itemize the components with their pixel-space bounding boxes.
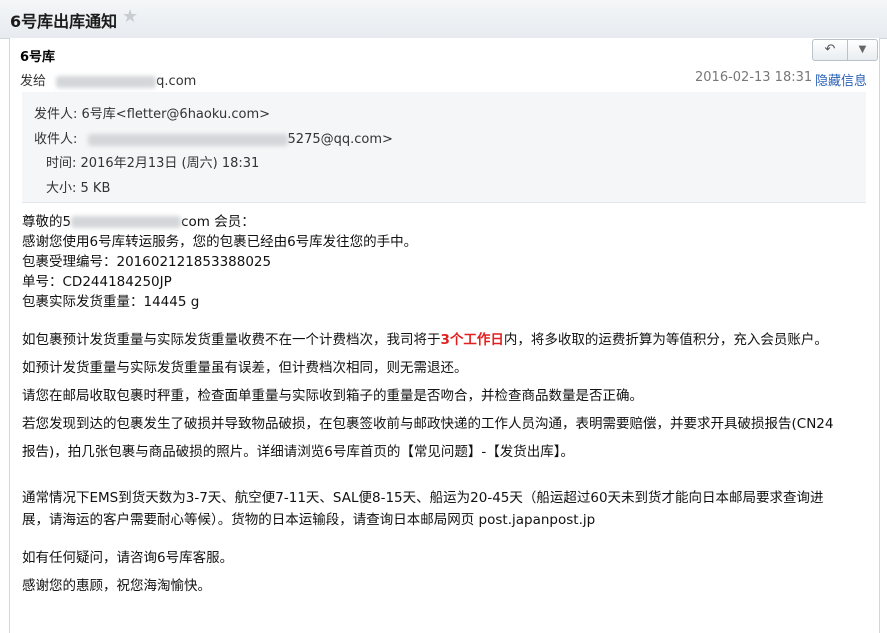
- from-value[interactable]: 6号库<fletter@6haoku.com>: [82, 107, 270, 122]
- chevron-down-icon[interactable]: ▼: [848, 40, 877, 60]
- to-row: 收件人: 5275@qq.com>: [34, 128, 393, 147]
- body-line: 报告)，拍几张包裹与商品破损的照片。详细请浏览6号库首页的【常见问题】-【发货出…: [22, 444, 574, 460]
- highlight-text: 3个工作日: [440, 332, 504, 348]
- greeting: 尊敬的5 com 会员：: [22, 210, 255, 230]
- body-line: 如包裹预计发货重量与实际发货重量收费不在一个计费档次，我司将于3个工作日内，将多…: [22, 328, 828, 348]
- hide-info-link[interactable]: 隐藏信息: [815, 70, 867, 89]
- greeting-suffix: com 会员：: [181, 214, 255, 230]
- redacted-email: [71, 216, 182, 228]
- message-details: 发件人: 6号库<fletter@6haoku.com> 收件人: 5275@q…: [22, 92, 866, 203]
- body-line: 如预计发货重量与实际发货重量虽有误差，但计费档次相同，则无需退还。: [22, 360, 468, 376]
- from-row: 发件人: 6号库<fletter@6haoku.com>: [34, 103, 270, 122]
- time-row: 时间: 2016年2月13日 (周六) 18:31: [46, 152, 259, 171]
- greeting-prefix: 尊敬的5: [22, 214, 72, 230]
- body-line: 感谢您使用6号库转运服务，您的包裹已经由6号库发往您的手中。: [22, 234, 418, 250]
- to-value[interactable]: 5275@qq.com>: [288, 132, 393, 147]
- to-label: 收件人:: [34, 132, 78, 147]
- body-text: 内，将多收取的运费折算为等值积分，充入会员账户。: [503, 332, 828, 348]
- message-date: 2016-02-13 18:31: [695, 70, 813, 85]
- sender-name: 6号库: [20, 50, 56, 65]
- reply-icon[interactable]: ↶: [813, 40, 848, 60]
- time-value: 2016年2月13日 (周六) 18:31: [80, 156, 260, 171]
- recipient-line: 发给 q.com: [20, 70, 196, 89]
- header-bar: 6号库出库通知 ★: [0, 0, 887, 39]
- star-icon[interactable]: ★: [122, 6, 138, 27]
- page-title: 6号库出库通知: [10, 12, 118, 31]
- body-line: 若您发现到达的包裹发生了破损并导致物品破损，在包裹签收前与邮政快递的工作人员沟通…: [22, 416, 834, 432]
- redacted-email: [87, 133, 288, 146]
- message-actions: ↶ ▼: [812, 39, 878, 61]
- size-label: 大小:: [46, 181, 77, 196]
- sendto-prefix: 发给: [20, 74, 47, 89]
- body-line: 通常情况下EMS到货天数为3-7天、航空便7-11天、SAL便8-15天、船运为…: [22, 490, 824, 506]
- tracking-number: 包裹受理编号：201602121853388025: [22, 254, 272, 270]
- size-row: 大小: 5 KB: [46, 177, 110, 196]
- body-line: 感谢您的惠顾，祝您海淘愉快。: [22, 578, 211, 594]
- body-line: 如有任何疑问，请咨询6号库客服。: [22, 550, 234, 566]
- order-number: 单号：CD244184250JP: [22, 274, 172, 290]
- body-line: 展，请海运的客户需要耐心等候）。货物的日本运输段，请查询日本邮局网页 post.…: [22, 512, 596, 528]
- from-label: 发件人:: [34, 107, 78, 122]
- body-line: 请您在邮局收取包裹时秤重，检查面单重量与实际收到箱子的重量是否吻合，并检查商品数…: [22, 388, 643, 404]
- redacted-email: [56, 75, 157, 88]
- sendto-suffix: q.com: [156, 74, 197, 89]
- shipping-weight: 包裹实际发货重量：14445 g: [22, 294, 200, 310]
- size-value: 5 KB: [80, 181, 111, 196]
- body-text: 如包裹预计发货重量与实际发货重量收费不在一个计费档次，我司将于: [22, 332, 441, 348]
- time-label: 时间:: [46, 156, 77, 171]
